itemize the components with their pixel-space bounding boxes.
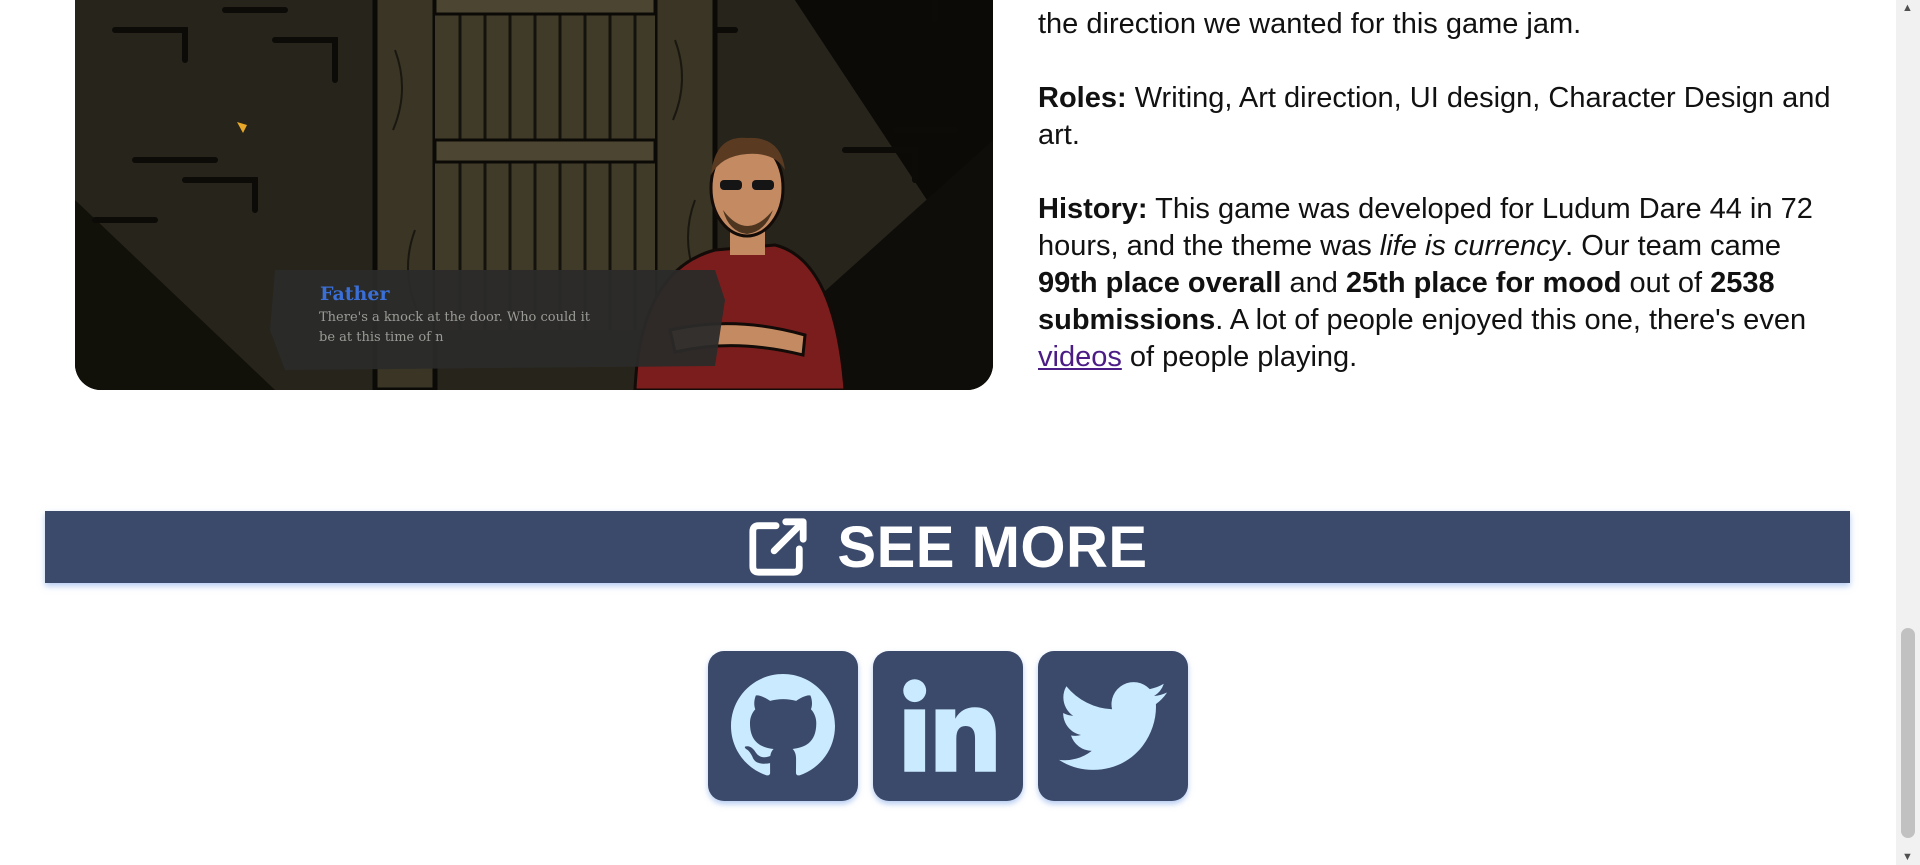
rank-mood: 25th place for mood (1345, 267, 1622, 299)
history-label: History: (1038, 193, 1148, 225)
history-text: . A lot of people enjoyed this one, ther… (1215, 304, 1807, 336)
project-description: the direction we wanted for this game ja… (1038, 6, 1843, 413)
dialogue-line-2: be at this time of n (319, 330, 444, 345)
roles-paragraph: Roles: Writing, Art direction, UI design… (1038, 80, 1843, 154)
linkedin-button[interactable] (873, 651, 1023, 801)
history-text: . Our team came (1565, 230, 1782, 262)
roles-text: Writing, Art direction, UI design, Chara… (1038, 82, 1831, 151)
github-button[interactable] (708, 651, 858, 801)
see-more-button[interactable]: SEE MORE (45, 511, 1850, 583)
history-text: out of (1621, 267, 1711, 299)
scroll-thumb[interactable] (1901, 628, 1915, 838)
game-screenshot: Father There's a knock at the door. Who … (75, 0, 993, 390)
linkedin-icon (903, 679, 996, 772)
dialogue-line-1: There's a knock at the door. Who could i… (319, 310, 591, 325)
roles-label: Roles: (1038, 82, 1127, 114)
see-more-label: SEE MORE (837, 514, 1148, 580)
social-links (708, 651, 1188, 801)
github-icon (731, 674, 835, 776)
rank-overall: 99th place overall (1038, 267, 1282, 299)
scroll-down-icon[interactable]: ▼ (1902, 851, 1913, 863)
intro-tail: the direction we wanted for this game ja… (1038, 8, 1582, 40)
external-link-icon (749, 518, 807, 576)
scroll-up-icon[interactable]: ▲ (1902, 2, 1913, 14)
twitter-button[interactable] (1038, 651, 1188, 801)
history-theme: life is currency (1379, 230, 1566, 262)
history-text: of people playing. (1121, 341, 1358, 373)
history-text: and (1281, 267, 1346, 299)
history-paragraph: History: This game was developed for Lud… (1038, 191, 1843, 376)
speaker-name: Father (320, 283, 390, 305)
twitter-icon (1059, 682, 1167, 770)
videos-link[interactable]: videos (1038, 341, 1122, 373)
page-scrollbar[interactable]: ▲ ▼ (1896, 0, 1920, 865)
